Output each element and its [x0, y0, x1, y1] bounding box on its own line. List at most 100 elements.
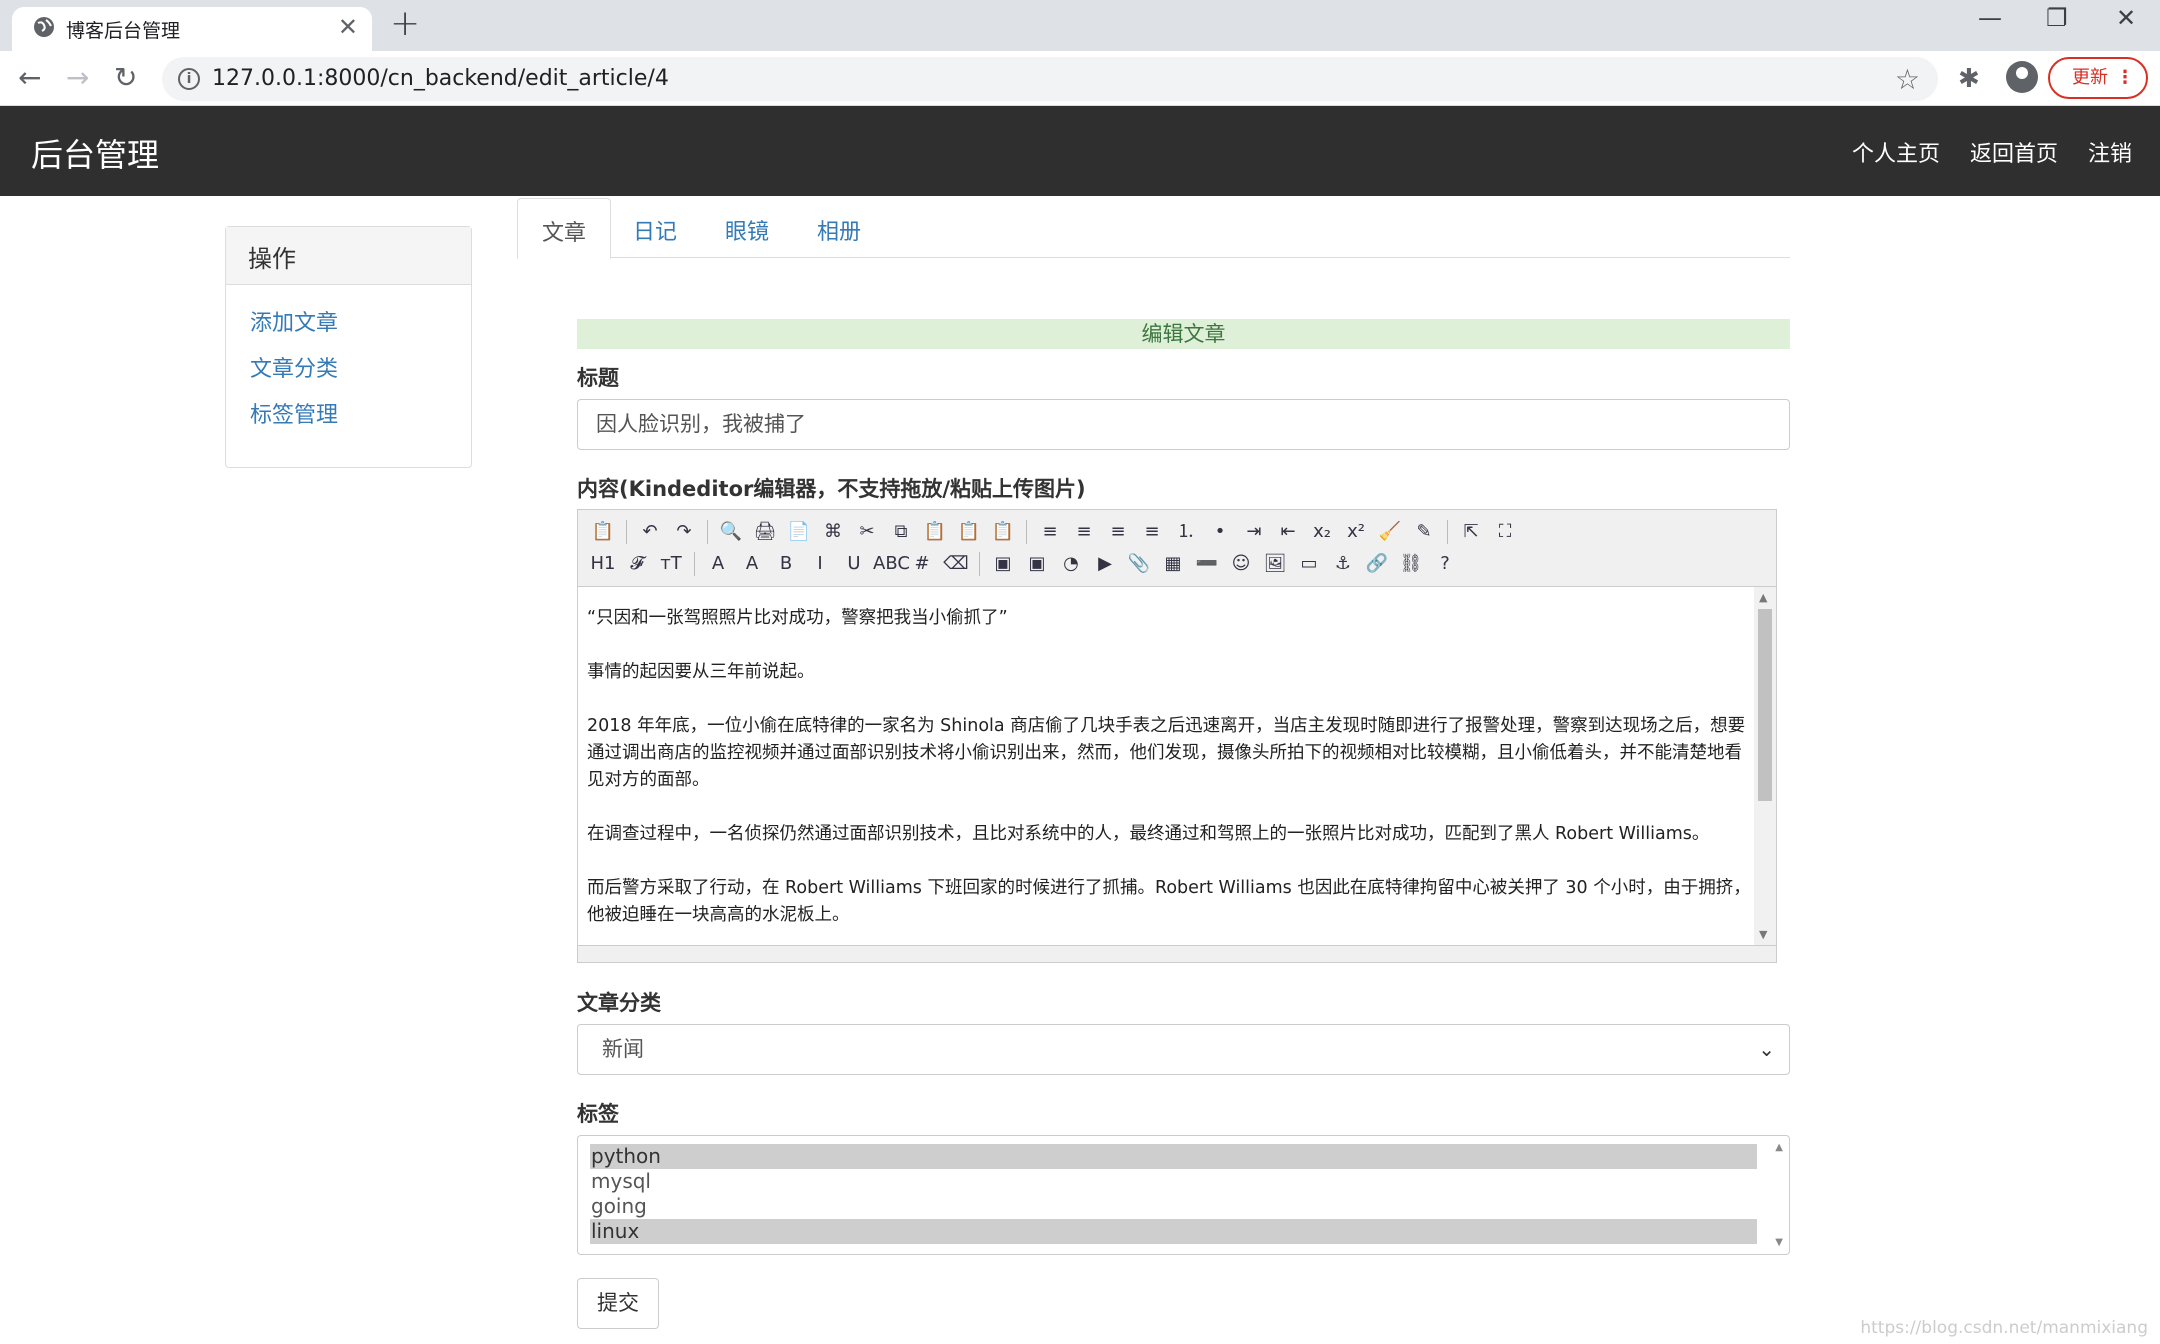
minimize-icon[interactable]: —	[1978, 4, 2002, 32]
editor-tool-icon[interactable]: тT	[656, 550, 686, 578]
tab-glasses[interactable]: 眼镜	[701, 198, 793, 259]
category-select[interactable]: 新闻 ⌄	[577, 1024, 1790, 1075]
editor-tool-icon[interactable]: ABC	[873, 550, 910, 578]
nav-link-home[interactable]: 返回首页	[1970, 136, 2058, 168]
scroll-down-icon[interactable]: ▼	[1775, 1237, 1783, 1248]
new-tab-icon[interactable]: +	[390, 6, 420, 42]
editor-tool-icon[interactable]: ▣	[988, 550, 1018, 578]
tab-article[interactable]: 文章	[517, 198, 612, 259]
editor-tool-icon[interactable]: ⛶	[1490, 518, 1520, 546]
editor-tool-icon[interactable]: U	[839, 550, 869, 578]
editor-tool-icon[interactable]: 🔗	[1362, 550, 1392, 578]
editor-tool-icon[interactable]: ➖	[1192, 550, 1222, 578]
editor-content-area[interactable]: “只因和一张驾照照片比对成功，警察把我当小偷抓了” 事情的起因要从三年前说起。 20…	[578, 586, 1776, 946]
forward-icon[interactable]: →	[66, 62, 89, 94]
restore-icon[interactable]: ❐	[2046, 4, 2068, 32]
editor-tool-icon[interactable]: ◔	[1056, 550, 1086, 578]
editor-tool-icon[interactable]: 📋	[988, 518, 1018, 546]
tag-option[interactable]: linux	[590, 1219, 1757, 1244]
url-text[interactable]: 127.0.0.1:8000/cn_backend/edit_article/4	[212, 66, 669, 91]
nav-link-profile[interactable]: 个人主页	[1852, 136, 1940, 168]
tab-album[interactable]: 相册	[793, 198, 885, 259]
bookmark-star-icon[interactable]: ☆	[1895, 63, 1920, 96]
reload-icon[interactable]: ↻	[114, 62, 137, 94]
editor-tool-icon[interactable]: H1	[588, 550, 618, 578]
editor-tool-icon[interactable]: 📋	[588, 518, 618, 546]
editor-tool-icon[interactable]: ≡	[1137, 518, 1167, 546]
scroll-up-icon[interactable]: ▲	[1759, 591, 1767, 604]
editor-tool-icon[interactable]: ⒈	[1171, 518, 1201, 546]
tab-diary[interactable]: 日记	[609, 198, 701, 259]
editor-tool-icon[interactable]: ?	[1430, 550, 1460, 578]
address-bar[interactable]: i 127.0.0.1:8000/cn_backend/edit_article…	[162, 57, 1938, 101]
nav-link-logout[interactable]: 注销	[2088, 136, 2132, 168]
editor-tool-icon[interactable]: ⚓	[1328, 550, 1358, 578]
editor-tool-icon[interactable]: 🧹	[1375, 518, 1405, 546]
editor-tool-icon[interactable]: I	[805, 550, 835, 578]
site-navbar: 后台管理 个人主页 返回首页 注销	[0, 106, 2160, 196]
editor-tool-icon[interactable]: 🖼	[1260, 550, 1290, 578]
editor-tool-icon[interactable]: 📎	[1124, 550, 1154, 578]
brand-title[interactable]: 后台管理	[31, 130, 159, 176]
category-label: 文章分类	[577, 991, 661, 1015]
profile-avatar-icon[interactable]	[2006, 61, 2038, 93]
editor-tool-icon[interactable]: A	[737, 550, 767, 578]
editor-toolbar: 📋 ↶ ↷ 🔍 🖨 📄 ⌘ ✂ ⧉ 📋 📋 📋 ≡ ≡ ≡ ≡ ⒈ • ⇥ ⇤ x₂ x² 🧹 ✎ ⇱ ⛶ H1 𝓕тT A A B I U A…	[578, 510, 1776, 586]
editor-tool-icon[interactable]: ☺	[1226, 550, 1256, 578]
editor-tool-icon[interactable]: ▶	[1090, 550, 1120, 578]
back-icon[interactable]: ←	[18, 62, 41, 94]
scrollbar-thumb[interactable]	[1758, 609, 1772, 801]
tag-option[interactable]: mysql	[590, 1169, 1757, 1194]
editor-tool-icon[interactable]: x₂	[1307, 518, 1337, 546]
editor-tool-icon[interactable]: ⇤	[1273, 518, 1303, 546]
editor-tool-icon[interactable]: 🖨	[750, 518, 780, 546]
editor-tool-icon[interactable]: #	[907, 550, 937, 578]
editor-tool-icon[interactable]: ≡	[1103, 518, 1133, 546]
editor-tool-icon[interactable]: x²	[1341, 518, 1371, 546]
editor-scrollbar[interactable]: ▲ ▼	[1754, 587, 1776, 945]
editor-tool-icon[interactable]: ▭	[1294, 550, 1324, 578]
sidebar-item-article-category[interactable]: 文章分类	[250, 351, 471, 383]
editor-text[interactable]: “只因和一张驾照照片比对成功，警察把我当小偷抓了” 事情的起因要从三年前说起。 20…	[587, 605, 1752, 945]
editor-tool-icon[interactable]: ≡	[1069, 518, 1099, 546]
editor-tool-icon[interactable]: 📄	[784, 518, 814, 546]
info-icon[interactable]: i	[178, 68, 200, 90]
editor-tool-icon[interactable]: B	[771, 550, 801, 578]
update-button[interactable]: 更新 ⋮	[2048, 57, 2148, 99]
editor-tool-icon[interactable]: ⇥	[1239, 518, 1269, 546]
sidebar-item-add-article[interactable]: 添加文章	[250, 305, 471, 337]
editor-tool-icon[interactable]: 𝓕	[622, 550, 652, 578]
scroll-down-icon[interactable]: ▼	[1759, 928, 1767, 941]
title-input[interactable]: 因人脸识别，我被捕了	[577, 399, 1790, 450]
tag-option[interactable]: going	[590, 1194, 1757, 1219]
submit-button[interactable]: 提交	[577, 1278, 659, 1329]
editor-tool-icon[interactable]: •	[1205, 518, 1235, 546]
globe-icon	[34, 17, 54, 37]
extensions-icon[interactable]: ✱	[1958, 64, 1980, 94]
editor-tool-icon[interactable]: ✎	[1409, 518, 1439, 546]
editor-tool-icon[interactable]: ✂	[852, 518, 882, 546]
editor-tool-icon[interactable]: ▦	[1158, 550, 1188, 578]
close-icon[interactable]: ✕	[338, 13, 358, 41]
sidebar-item-tag-management[interactable]: 标签管理	[250, 397, 471, 429]
editor-tool-icon[interactable]: 🔍	[716, 518, 746, 546]
editor-tool-icon[interactable]: A	[703, 550, 733, 578]
editor-tool-icon[interactable]: 📋	[920, 518, 950, 546]
window-close-icon[interactable]: ✕	[2116, 4, 2136, 32]
browser-tab[interactable]: 博客后台管理 ✕	[12, 7, 372, 51]
tags-multiselect[interactable]: python mysql going linux ▲ ▼	[577, 1135, 1790, 1255]
scroll-up-icon[interactable]: ▲	[1775, 1142, 1783, 1153]
editor-tool-icon[interactable]: ≡	[1035, 518, 1065, 546]
menu-dots-icon[interactable]: ⋮	[2116, 59, 2134, 97]
editor-tool-icon[interactable]: ⧉	[886, 518, 916, 546]
tag-option[interactable]: python	[590, 1144, 1757, 1169]
editor-tool-icon[interactable]: ⛓	[1396, 550, 1426, 578]
editor-tool-icon[interactable]: ⌫	[941, 550, 971, 578]
editor-tool-icon[interactable]: ⌘	[818, 518, 848, 546]
navbar-links: 个人主页 返回首页 注销	[1852, 136, 2132, 168]
editor-tool-icon[interactable]: ▣	[1022, 550, 1052, 578]
editor-tool-icon[interactable]: ↶	[635, 518, 665, 546]
editor-tool-icon[interactable]: ↷	[669, 518, 699, 546]
editor-tool-icon[interactable]: ⇱	[1456, 518, 1486, 546]
editor-tool-icon[interactable]: 📋	[954, 518, 984, 546]
